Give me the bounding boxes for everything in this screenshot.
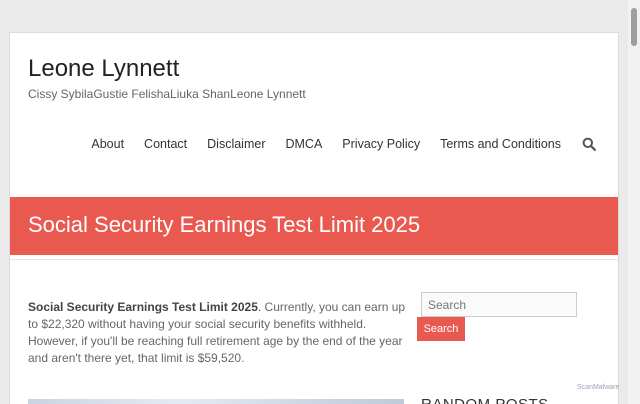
nav-item-disclaimer[interactable]: Disclaimer [207, 137, 265, 151]
article-content: Social Security Earnings Test Limit 2025… [28, 299, 406, 367]
scanmalware-watermark: ScanMalware [577, 384, 620, 391]
scrollbar-thumb[interactable] [631, 8, 637, 46]
nav-item-privacy-policy[interactable]: Privacy Policy [342, 137, 420, 151]
nav-item-about[interactable]: About [91, 137, 124, 151]
scrollbar[interactable] [628, 0, 640, 404]
site-description: Cissy SybilaGustie FelishaLiuka ShanLeon… [28, 87, 306, 101]
divider [10, 259, 618, 260]
nav-item-dmca[interactable]: DMCA [285, 137, 322, 151]
nav-item-contact[interactable]: Contact [144, 137, 187, 151]
sidebar-search-input[interactable] [421, 292, 577, 317]
page-title: Social Security Earnings Test Limit 2025 [28, 212, 421, 237]
search-button[interactable]: Search [417, 317, 465, 341]
nav-item-terms[interactable]: Terms and Conditions [440, 137, 561, 151]
search-icon[interactable] [582, 137, 596, 151]
main-nav: About Contact Disclaimer DMCA Privacy Po… [71, 137, 596, 151]
article-lead-bold: Social Security Earnings Test Limit 2025 [28, 300, 258, 314]
site-title[interactable]: Leone Lynnett [28, 55, 179, 83]
page-container: Leone Lynnett Cissy SybilaGustie Felisha… [9, 32, 619, 404]
random-posts-heading: RANDOM POSTS [421, 396, 549, 404]
article-image [28, 399, 404, 404]
page-title-banner: Social Security Earnings Test Limit 2025 [10, 197, 618, 255]
